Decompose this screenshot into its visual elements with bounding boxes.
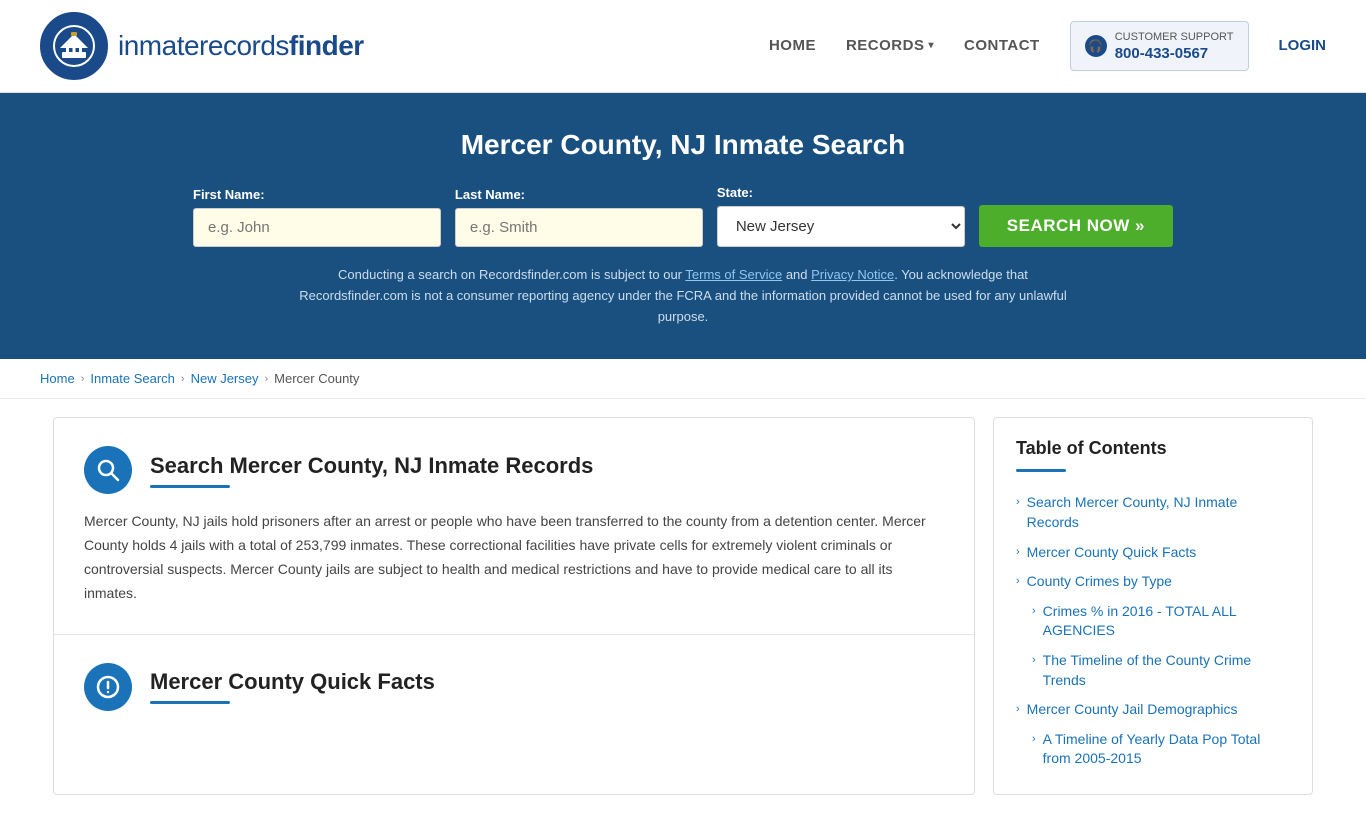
main-content: Search Mercer County, NJ Inmate Records … bbox=[33, 417, 1333, 795]
toc-title: Table of Contents bbox=[1016, 438, 1290, 459]
hero-section: Mercer County, NJ Inmate Search First Na… bbox=[0, 93, 1366, 359]
toc-item-1[interactable]: › Mercer County Quick Facts bbox=[1016, 538, 1290, 568]
toc-box: Table of Contents › Search Mercer County… bbox=[993, 417, 1313, 795]
search-button[interactable]: SEARCH NOW » bbox=[979, 205, 1173, 247]
search-section-body: Mercer County, NJ jails hold prisoners a… bbox=[84, 510, 944, 605]
first-name-input[interactable] bbox=[193, 208, 441, 247]
breadcrumb: Home › Inmate Search › New Jersey › Merc… bbox=[0, 359, 1366, 399]
main-nav: HOME RECORDS ▾ CONTACT 🎧 CUSTOMER SUPPOR… bbox=[769, 21, 1326, 70]
quickfacts-section: Mercer County Quick Facts bbox=[54, 635, 974, 755]
search-section-icon bbox=[84, 446, 132, 494]
logo-icon bbox=[40, 12, 108, 80]
quickfacts-title-underline bbox=[150, 701, 230, 704]
last-name-input[interactable] bbox=[455, 208, 703, 247]
chevron-right-icon-4: › bbox=[1032, 653, 1036, 668]
breadcrumb-current: Mercer County bbox=[274, 371, 359, 386]
first-name-group: First Name: bbox=[193, 187, 441, 247]
chevron-right-icon-3: › bbox=[1032, 604, 1036, 619]
breadcrumb-sep-2: › bbox=[181, 373, 185, 385]
last-name-group: Last Name: bbox=[455, 187, 703, 247]
state-group: State: New Jersey New York California Pe… bbox=[717, 185, 965, 247]
nav-records[interactable]: RECORDS ▾ bbox=[846, 37, 934, 54]
toc-item-4[interactable]: › The Timeline of the County Crime Trend… bbox=[1016, 646, 1290, 695]
chevron-right-icon-2: › bbox=[1016, 574, 1020, 589]
logo-area: inmaterecordsfinder bbox=[40, 12, 364, 80]
quickfacts-section-icon bbox=[84, 663, 132, 711]
first-name-label: First Name: bbox=[193, 187, 265, 202]
state-label: State: bbox=[717, 185, 753, 200]
nav-home[interactable]: HOME bbox=[769, 37, 816, 54]
chevron-right-icon-5: › bbox=[1016, 702, 1020, 717]
quickfacts-title-wrap: Mercer County Quick Facts bbox=[150, 669, 944, 704]
last-name-label: Last Name: bbox=[455, 187, 525, 202]
search-section-title: Search Mercer County, NJ Inmate Records bbox=[150, 453, 944, 479]
chevron-right-icon-6: › bbox=[1032, 732, 1036, 747]
toc-divider bbox=[1016, 469, 1066, 472]
chevron-right-icon-1: › bbox=[1016, 545, 1020, 560]
sidebar: Table of Contents › Search Mercer County… bbox=[993, 417, 1313, 795]
toc-item-6[interactable]: › A Timeline of Yearly Data Pop Total fr… bbox=[1016, 725, 1290, 774]
headset-icon: 🎧 bbox=[1085, 35, 1107, 57]
tos-link[interactable]: Terms of Service bbox=[685, 267, 782, 282]
breadcrumb-home[interactable]: Home bbox=[40, 371, 75, 386]
search-title-wrap: Search Mercer County, NJ Inmate Records bbox=[150, 453, 944, 488]
state-select[interactable]: New Jersey New York California Pennsylva… bbox=[717, 206, 965, 247]
chevron-down-icon: ▾ bbox=[928, 40, 934, 51]
nav-contact[interactable]: CONTACT bbox=[964, 37, 1040, 54]
search-section-header: Search Mercer County, NJ Inmate Records bbox=[84, 446, 944, 494]
quickfacts-section-title: Mercer County Quick Facts bbox=[150, 669, 944, 695]
toc-item-2[interactable]: › County Crimes by Type bbox=[1016, 567, 1290, 597]
support-phone: 800-433-0567 bbox=[1115, 45, 1234, 62]
breadcrumb-new-jersey[interactable]: New Jersey bbox=[191, 371, 259, 386]
content-left: Search Mercer County, NJ Inmate Records … bbox=[53, 417, 975, 795]
privacy-link[interactable]: Privacy Notice bbox=[811, 267, 894, 282]
breadcrumb-inmate-search[interactable]: Inmate Search bbox=[90, 371, 175, 386]
chevron-right-icon-0: › bbox=[1016, 495, 1020, 510]
toc-item-0[interactable]: › Search Mercer County, NJ Inmate Record… bbox=[1016, 488, 1290, 537]
search-section: Search Mercer County, NJ Inmate Records … bbox=[54, 418, 974, 634]
support-label: CUSTOMER SUPPORT bbox=[1115, 30, 1234, 44]
toc-item-5[interactable]: › Mercer County Jail Demographics bbox=[1016, 695, 1290, 725]
quickfacts-section-header: Mercer County Quick Facts bbox=[84, 663, 944, 711]
hero-disclaimer: Conducting a search on Recordsfinder.com… bbox=[283, 265, 1083, 327]
logo-text: inmaterecordsfinder bbox=[118, 30, 364, 62]
breadcrumb-sep-3: › bbox=[265, 373, 269, 385]
breadcrumb-sep-1: › bbox=[81, 373, 85, 385]
customer-support-box: 🎧 CUSTOMER SUPPORT 800-433-0567 bbox=[1070, 21, 1249, 70]
toc-item-3[interactable]: › Crimes % in 2016 - TOTAL ALL AGENCIES bbox=[1016, 597, 1290, 646]
login-button[interactable]: LOGIN bbox=[1279, 37, 1327, 54]
search-title-underline bbox=[150, 485, 230, 488]
search-form: First Name: Last Name: State: New Jersey… bbox=[193, 185, 1173, 247]
hero-title: Mercer County, NJ Inmate Search bbox=[40, 129, 1326, 161]
site-header: inmaterecordsfinder HOME RECORDS ▾ CONTA… bbox=[0, 0, 1366, 93]
